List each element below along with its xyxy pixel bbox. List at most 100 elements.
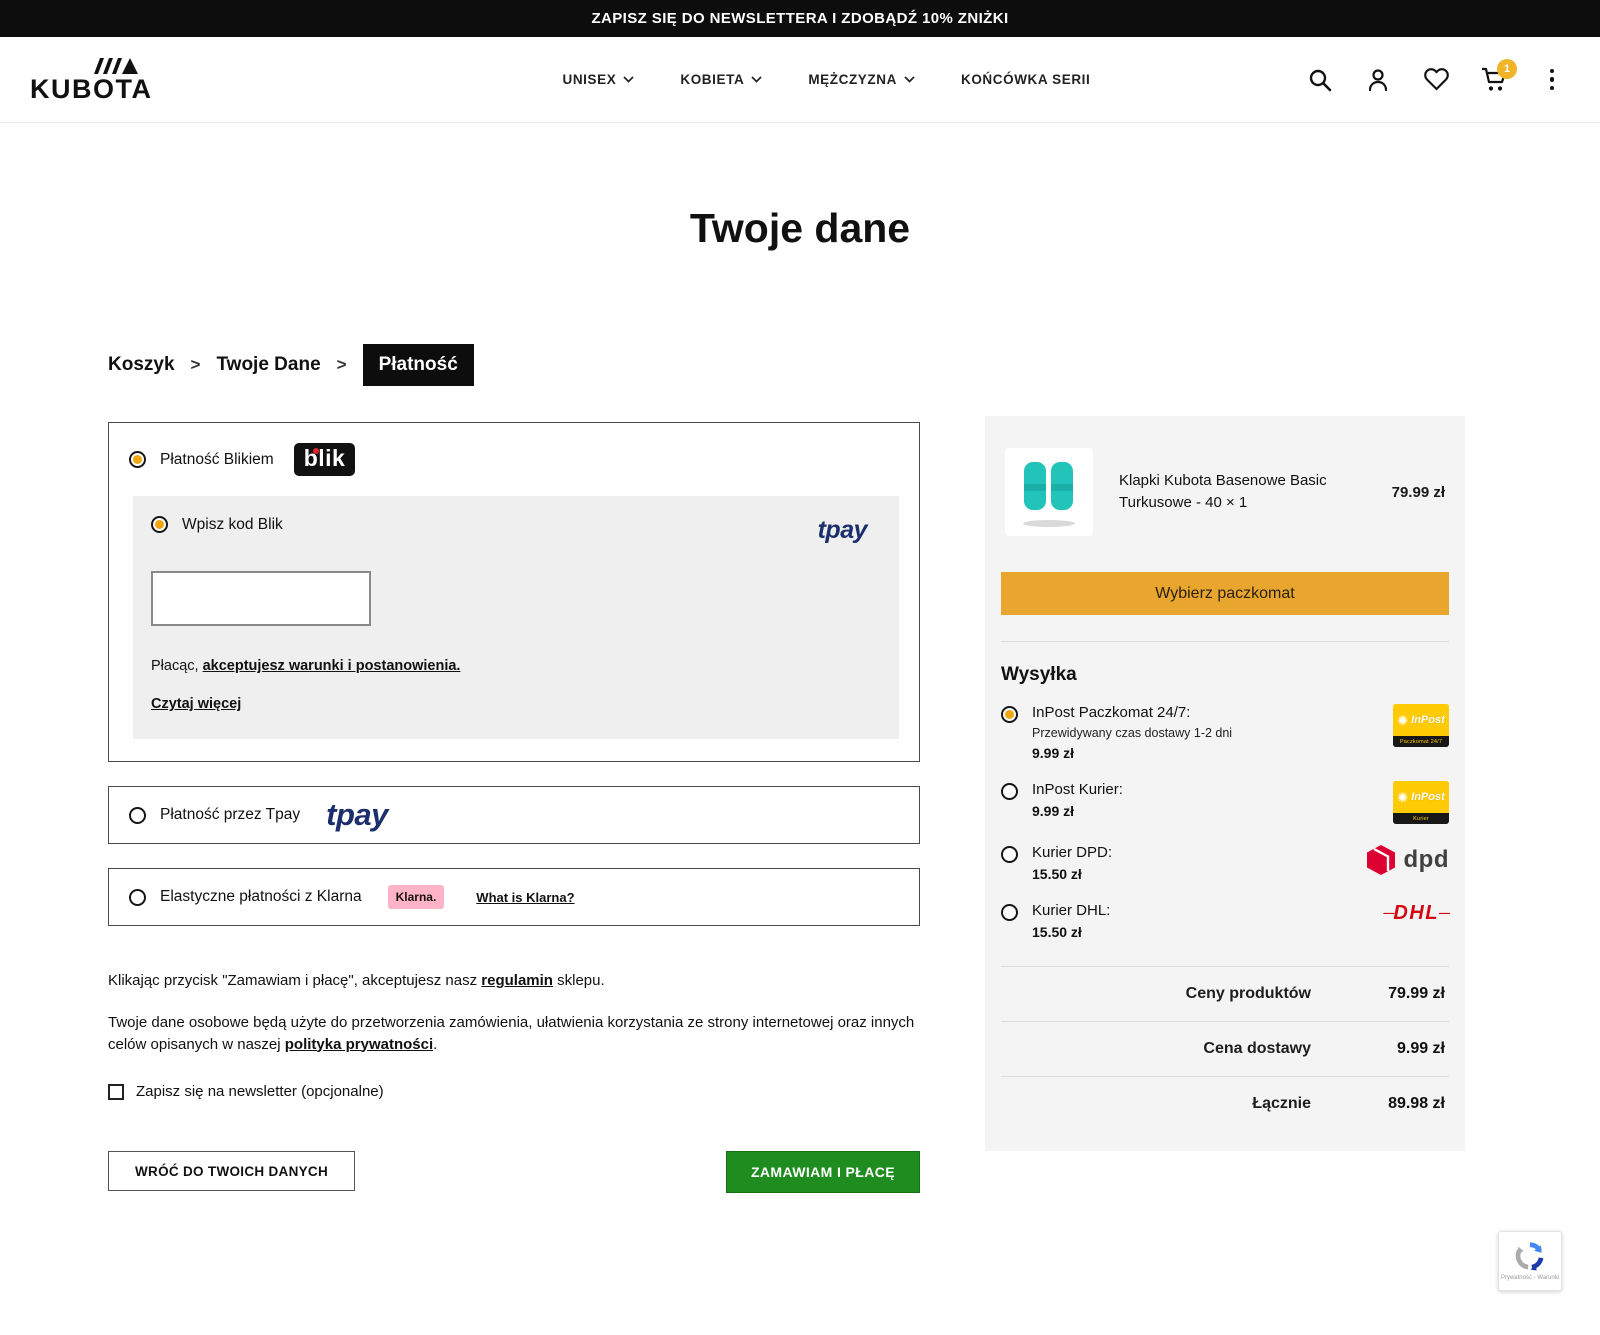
- blik-terms-text: Płacąc, akceptujesz warunki i postanowie…: [151, 658, 881, 674]
- dhl-logo: ―DHL―: [1383, 902, 1449, 925]
- kubota-logo-text: KUBOTA: [30, 76, 152, 103]
- checkout-actions: WRÓĆ DO TWOICH DANYCH ZAMAWIAM I PŁACĘ: [108, 1151, 920, 1193]
- payment-option-blik: Płatność Blikiem blik Wpisz kod Blik tpa…: [108, 422, 920, 762]
- shipping-price: 15.50 zł: [1032, 924, 1110, 940]
- regulamin-link[interactable]: regulamin: [481, 972, 553, 989]
- dpd-logo: dpd: [1366, 844, 1449, 876]
- shipping-option-inpost-paczkomat[interactable]: InPost Paczkomat 24/7: Przewidywany czas…: [1001, 704, 1449, 761]
- inpost-paczkomat-logo: ✺InPost Paczkomat 24/7: [1393, 704, 1449, 747]
- total-row-delivery: Cena dostawy 9.99 zł: [1001, 1021, 1449, 1076]
- legal-p1-suffix: sklepu.: [553, 972, 605, 989]
- nav-item-label: MĘŻCZYZNA: [808, 72, 897, 87]
- cart-item: Klapki Kubota Basenowe Basic Turkusowe -…: [1001, 434, 1449, 546]
- klarna-label: Elastyczne płatności z Klarna: [160, 888, 362, 906]
- account-icon[interactable]: [1364, 66, 1392, 94]
- total-row-grand: Łącznie 89.98 zł: [1001, 1076, 1449, 1131]
- tpay-radio[interactable]: [129, 807, 146, 824]
- shipping-label: InPost Paczkomat 24/7:: [1032, 704, 1232, 721]
- newsletter-banner: ZAPISZ SIĘ DO NEWSLETTERA I ZDOBĄDŹ 10% …: [0, 0, 1600, 37]
- kubota-logo-stripes-icon: [88, 56, 140, 76]
- shipping-price: 9.99 zł: [1032, 803, 1123, 819]
- back-button[interactable]: WRÓĆ DO TWOICH DANYCH: [108, 1151, 355, 1191]
- cart-count-badge: 1: [1497, 59, 1517, 79]
- legal-privacy-paragraph: Twoje dane osobowe będą użyte do przetwo…: [108, 1012, 920, 1056]
- main-content: Koszyk > Twoje Dane > Płatność Płatność …: [0, 344, 1600, 1193]
- blik-code-label: Wpisz kod Blik: [182, 516, 283, 534]
- cart-icon[interactable]: 1: [1480, 66, 1508, 94]
- legal-p2-suffix: .: [433, 1036, 437, 1053]
- shipping-title: Wysyłka: [1001, 664, 1449, 686]
- shipping-price: 9.99 zł: [1032, 745, 1232, 761]
- klarna-logo: Klarna.: [388, 885, 445, 909]
- terms-link[interactable]: akceptujesz warunki i postanowienia.: [203, 658, 461, 674]
- product-qty: × 1: [1222, 494, 1247, 511]
- blik-code-panel: Wpisz kod Blik tpay Płacąc, akceptujesz …: [133, 496, 899, 739]
- nav-item-kobieta[interactable]: KOBIETA: [680, 72, 762, 87]
- choose-paczkomat-button[interactable]: Wybierz paczkomat: [1001, 572, 1449, 615]
- read-more-link[interactable]: Czytaj więcej: [151, 696, 241, 712]
- shipping-option-dhl[interactable]: Kurier DHL: 15.50 zł ―DHL―: [1001, 902, 1449, 940]
- shipping-label: InPost Kurier:: [1032, 781, 1123, 798]
- blik-label: Płatność Blikiem: [160, 451, 274, 469]
- total-value: 9.99 zł: [1361, 1040, 1445, 1058]
- breadcrumb-twoje-dane[interactable]: Twoje Dane: [216, 354, 320, 376]
- shipping-radio[interactable]: [1001, 846, 1018, 863]
- breadcrumb: Koszyk > Twoje Dane > Płatność: [108, 344, 920, 386]
- recaptcha-caption: Prywatność - Warunki: [1501, 1275, 1559, 1281]
- terms-prefix: Płacąc,: [151, 658, 203, 674]
- main-nav: UNISEX KOBIETA MĘŻCZYZNA KOŃCÓWKA SERII: [562, 72, 1090, 87]
- shipping-label: Kurier DPD:: [1032, 844, 1112, 861]
- newsletter-optin[interactable]: Zapisz się na newsletter (opcjonalne): [108, 1081, 920, 1103]
- menu-kebab-icon[interactable]: [1538, 66, 1566, 94]
- checkout-column: Koszyk > Twoje Dane > Płatność Płatność …: [108, 344, 920, 1193]
- recaptcha-badge[interactable]: Prywatność - Warunki: [1498, 1231, 1562, 1291]
- shipping-radio[interactable]: [1001, 904, 1018, 921]
- klarna-radio[interactable]: [129, 889, 146, 906]
- chevron-down-icon: [904, 76, 915, 83]
- total-label: Łącznie: [1252, 1095, 1311, 1113]
- blik-code-radio[interactable]: [151, 516, 168, 533]
- product-thumbnail: [1005, 448, 1093, 536]
- shipping-option-dpd[interactable]: Kurier DPD: 15.50 zł dpd: [1001, 844, 1449, 882]
- blik-radio[interactable]: [129, 451, 146, 468]
- blik-logo: blik: [294, 443, 356, 476]
- payment-option-tpay[interactable]: Płatność przez Tpay tpay: [108, 786, 920, 844]
- shipping-price: 15.50 zł: [1032, 866, 1112, 882]
- what-is-klarna-link[interactable]: What is Klarna?: [476, 890, 574, 905]
- shipping-option-inpost-kurier[interactable]: InPost Kurier: 9.99 zł ✺InPost Kurier: [1001, 781, 1449, 824]
- submit-order-button[interactable]: ZAMAWIAM I PŁACĘ: [726, 1151, 920, 1193]
- total-label: Cena dostawy: [1203, 1040, 1311, 1058]
- tpay-logo: tpay: [818, 516, 867, 545]
- site-header: KUBOTA UNISEX KOBIETA MĘŻCZYZNA KOŃCÓWKA…: [0, 37, 1600, 123]
- shipping-radio[interactable]: [1001, 783, 1018, 800]
- nav-item-unisex[interactable]: UNISEX: [562, 72, 634, 87]
- nav-item-koncowka-serii[interactable]: KOŃCÓWKA SERII: [961, 72, 1090, 87]
- total-row-products: Ceny produktów 79.99 zł: [1001, 966, 1449, 1021]
- newsletter-checkbox[interactable]: [108, 1084, 124, 1100]
- search-icon[interactable]: [1306, 66, 1334, 94]
- divider: [1001, 641, 1449, 642]
- kubota-logo[interactable]: KUBOTA: [30, 56, 152, 103]
- total-value: 79.99 zł: [1361, 985, 1445, 1003]
- page-title: Twoje dane: [0, 205, 1600, 252]
- wishlist-heart-icon[interactable]: [1422, 66, 1450, 94]
- shipping-label: Kurier DHL:: [1032, 902, 1110, 919]
- legal-section: Klikając przycisk "Zamawiam i płacę", ak…: [108, 970, 920, 1103]
- legal-terms-paragraph: Klikając przycisk "Zamawiam i płacę", ak…: [108, 970, 920, 992]
- tpay-label: Płatność przez Tpay: [160, 806, 300, 824]
- payment-option-klarna[interactable]: Elastyczne płatności z Klarna Klarna. Wh…: [108, 868, 920, 926]
- dpd-cube-icon: [1366, 844, 1396, 876]
- legal-p2-prefix: Twoje dane osobowe będą użyte do przetwo…: [108, 1014, 914, 1053]
- nav-item-mezczyzna[interactable]: MĘŻCZYZNA: [808, 72, 915, 87]
- breadcrumb-platnosc[interactable]: Płatność: [363, 344, 474, 386]
- shipping-radio[interactable]: [1001, 706, 1018, 723]
- breadcrumb-separator: >: [337, 355, 347, 375]
- blik-code-input[interactable]: [151, 571, 371, 626]
- total-label: Ceny produktów: [1186, 985, 1311, 1003]
- chevron-down-icon: [751, 76, 762, 83]
- shipping-delivery-note: Przewidywany czas dostawy 1-2 dni: [1032, 726, 1232, 740]
- privacy-policy-link[interactable]: polityka prywatności: [285, 1036, 433, 1053]
- nav-item-label: UNISEX: [562, 72, 616, 87]
- inpost-kurier-logo: ✺InPost Kurier: [1393, 781, 1449, 824]
- breadcrumb-koszyk[interactable]: Koszyk: [108, 354, 175, 376]
